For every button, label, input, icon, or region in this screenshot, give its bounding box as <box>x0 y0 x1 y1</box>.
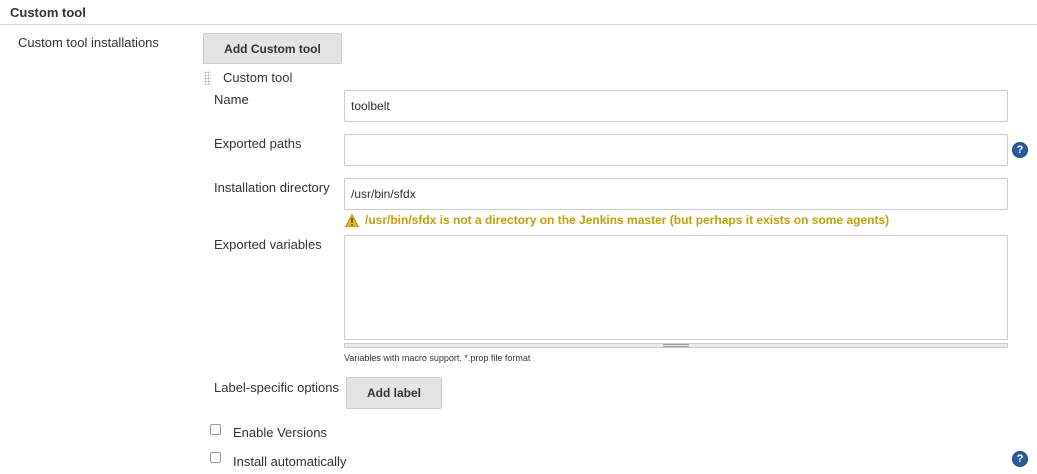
help-icon[interactable]: ? <box>1012 451 1028 467</box>
warning-text: /usr/bin/sfdx is not a directory on the … <box>365 213 890 227</box>
add-custom-tool-button[interactable]: Add Custom tool <box>203 33 342 64</box>
textarea-resize-bar[interactable] <box>344 343 1008 348</box>
enable-versions-label: Enable Versions <box>233 425 327 440</box>
label-specific-options-label: Label-specific options <box>214 380 340 395</box>
name-label: Name <box>214 92 249 107</box>
exported-paths-label: Exported paths <box>214 136 302 151</box>
warning-message: /usr/bin/sfdx is not a directory on the … <box>345 213 889 227</box>
section-header: Custom tool <box>0 0 1037 25</box>
exported-paths-field[interactable] <box>344 134 1008 166</box>
custom-tool-installations-label: Custom tool installations <box>18 35 159 50</box>
exported-variables-label: Exported variables <box>214 237 322 252</box>
install-automatically-label: Install automatically <box>233 454 347 469</box>
install-automatically-checkbox[interactable] <box>210 452 221 463</box>
exported-variables-hint: Variables with macro support. *.prop fil… <box>344 353 531 363</box>
exported-variables-textarea[interactable] <box>344 235 1008 340</box>
name-field[interactable]: toolbelt <box>344 90 1008 122</box>
add-label-button[interactable]: Add label <box>346 377 442 409</box>
installation-directory-field[interactable]: /usr/bin/sfdx <box>344 178 1008 210</box>
custom-tool-header: Custom tool <box>223 70 293 85</box>
section-title: Custom tool <box>10 5 86 20</box>
enable-versions-checkbox[interactable] <box>210 424 221 435</box>
help-icon[interactable]: ? <box>1012 142 1028 158</box>
drag-handle-icon[interactable] <box>204 71 211 85</box>
resize-grip-icon <box>663 344 689 347</box>
installation-directory-label: Installation directory <box>214 180 330 195</box>
warning-icon <box>345 213 359 227</box>
